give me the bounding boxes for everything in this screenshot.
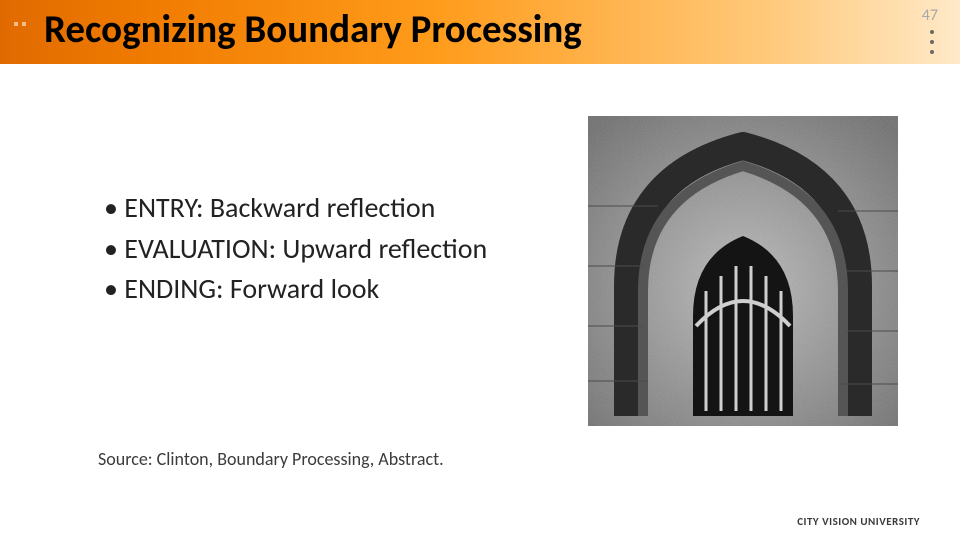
bullet-list: ENTRY: Backward reflection EVALUATION: U…: [64, 188, 487, 310]
page-number: 47: [922, 6, 938, 25]
title-decor-icon: [14, 22, 26, 26]
source-citation: Source: Clinton, Boundary Processing, Ab…: [98, 448, 444, 470]
bullet-item: ENDING: Forward look: [104, 269, 487, 310]
title-bar: Recognizing Boundary Processing 47: [0, 0, 960, 64]
slide: Recognizing Boundary Processing 47 ENTRY…: [0, 0, 960, 540]
bullet-item: ENTRY: Backward reflection: [104, 188, 487, 229]
archway-image: [588, 116, 898, 426]
footer-brand: CITY VISION UNIVERSITY: [797, 515, 920, 528]
slide-title: Recognizing Boundary Processing: [44, 6, 582, 53]
bullet-item: EVALUATION: Upward reflection: [104, 229, 487, 270]
vertical-dots-icon: [930, 30, 934, 54]
